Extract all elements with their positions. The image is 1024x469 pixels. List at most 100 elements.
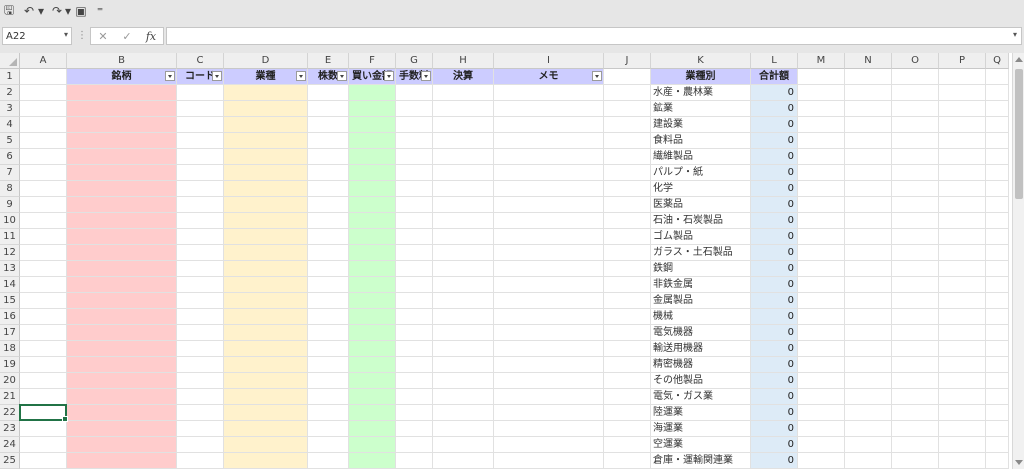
cell-c10[interactable] xyxy=(177,213,224,229)
row-header-20[interactable]: 20 xyxy=(0,373,20,389)
cell-h16[interactable] xyxy=(433,309,494,325)
cell-g15[interactable] xyxy=(396,293,433,309)
industry-cell[interactable]: 鉄鋼 xyxy=(651,261,751,277)
cell-d22[interactable] xyxy=(224,405,308,421)
cell-c18[interactable] xyxy=(177,341,224,357)
cell-d12[interactable] xyxy=(224,245,308,261)
cell-g17[interactable] xyxy=(396,325,433,341)
cell-b16[interactable] xyxy=(67,309,177,325)
customize-toolbar-icon[interactable]: ⁼ xyxy=(96,4,104,18)
cell-n17[interactable] xyxy=(845,325,892,341)
summary-header-k[interactable]: 業種別 xyxy=(651,69,751,85)
industry-cell[interactable]: 非鉄金属 xyxy=(651,277,751,293)
cell-h11[interactable] xyxy=(433,229,494,245)
cell-h8[interactable] xyxy=(433,181,494,197)
cell-d15[interactable] xyxy=(224,293,308,309)
cell-g3[interactable] xyxy=(396,101,433,117)
cell-m20[interactable] xyxy=(798,373,845,389)
cell-p6[interactable] xyxy=(939,149,986,165)
cell-b9[interactable] xyxy=(67,197,177,213)
cell-o20[interactable] xyxy=(892,373,939,389)
row-header-13[interactable]: 13 xyxy=(0,261,20,277)
total-cell[interactable]: 0 xyxy=(751,181,798,197)
cell-q16[interactable] xyxy=(986,309,1009,325)
cell-i15[interactable] xyxy=(494,293,604,309)
cell-h22[interactable] xyxy=(433,405,494,421)
cell-i8[interactable] xyxy=(494,181,604,197)
cell-p4[interactable] xyxy=(939,117,986,133)
cell-i17[interactable] xyxy=(494,325,604,341)
row-header-7[interactable]: 7 xyxy=(0,165,20,181)
cell-g24[interactable] xyxy=(396,437,433,453)
cell-p14[interactable] xyxy=(939,277,986,293)
cell-j24[interactable] xyxy=(604,437,651,453)
cell-n1[interactable] xyxy=(845,69,892,85)
cell-d23[interactable] xyxy=(224,421,308,437)
industry-cell[interactable]: ゴム製品 xyxy=(651,229,751,245)
cell-c16[interactable] xyxy=(177,309,224,325)
total-cell[interactable]: 0 xyxy=(751,341,798,357)
industry-cell[interactable]: 倉庫・運輸関連業 xyxy=(651,453,751,469)
cell-e9[interactable] xyxy=(308,197,349,213)
cell-p15[interactable] xyxy=(939,293,986,309)
cell-b7[interactable] xyxy=(67,165,177,181)
cell-o2[interactable] xyxy=(892,85,939,101)
cell-b21[interactable] xyxy=(67,389,177,405)
cell-a6[interactable] xyxy=(20,149,67,165)
cell-a17[interactable] xyxy=(20,325,67,341)
cell-m11[interactable] xyxy=(798,229,845,245)
cell-h17[interactable] xyxy=(433,325,494,341)
cell-o7[interactable] xyxy=(892,165,939,181)
cell-p2[interactable] xyxy=(939,85,986,101)
cell-f8[interactable] xyxy=(349,181,396,197)
cell-o22[interactable] xyxy=(892,405,939,421)
cell-g4[interactable] xyxy=(396,117,433,133)
cell-a13[interactable] xyxy=(20,261,67,277)
cell-o10[interactable] xyxy=(892,213,939,229)
total-cell[interactable]: 0 xyxy=(751,229,798,245)
cell-f11[interactable] xyxy=(349,229,396,245)
row-header-4[interactable]: 4 xyxy=(0,117,20,133)
row-header-8[interactable]: 8 xyxy=(0,181,20,197)
cell-o6[interactable] xyxy=(892,149,939,165)
scroll-thumb[interactable] xyxy=(1015,69,1023,199)
cell-q1[interactable] xyxy=(986,69,1009,85)
cell-p11[interactable] xyxy=(939,229,986,245)
cell-a23[interactable] xyxy=(20,421,67,437)
cell-d6[interactable] xyxy=(224,149,308,165)
cell-a24[interactable] xyxy=(20,437,67,453)
cell-i25[interactable] xyxy=(494,453,604,469)
cell-d11[interactable] xyxy=(224,229,308,245)
cell-j18[interactable] xyxy=(604,341,651,357)
name-box-dropdown-icon[interactable]: ▾ xyxy=(64,30,68,39)
cell-n10[interactable] xyxy=(845,213,892,229)
cell-j9[interactable] xyxy=(604,197,651,213)
total-cell[interactable]: 0 xyxy=(751,213,798,229)
total-cell[interactable]: 0 xyxy=(751,421,798,437)
cell-d4[interactable] xyxy=(224,117,308,133)
column-header-g[interactable]: G xyxy=(396,53,433,69)
cell-q2[interactable] xyxy=(986,85,1009,101)
undo-dropdown-icon[interactable]: ▾ xyxy=(37,4,45,18)
cell-q3[interactable] xyxy=(986,101,1009,117)
cell-o17[interactable] xyxy=(892,325,939,341)
industry-cell[interactable]: 鉱業 xyxy=(651,101,751,117)
cell-i13[interactable] xyxy=(494,261,604,277)
cell-n9[interactable] xyxy=(845,197,892,213)
cell-h2[interactable] xyxy=(433,85,494,101)
cell-q4[interactable] xyxy=(986,117,1009,133)
cell-j5[interactable] xyxy=(604,133,651,149)
cell-m5[interactable] xyxy=(798,133,845,149)
cell-e18[interactable] xyxy=(308,341,349,357)
column-header-j[interactable]: J xyxy=(604,53,651,69)
cell-p13[interactable] xyxy=(939,261,986,277)
row-header-1[interactable]: 1 xyxy=(0,69,20,85)
cell-o24[interactable] xyxy=(892,437,939,453)
column-header-q[interactable]: Q xyxy=(986,53,1009,69)
cell-i11[interactable] xyxy=(494,229,604,245)
cell-q22[interactable] xyxy=(986,405,1009,421)
cell-d3[interactable] xyxy=(224,101,308,117)
cell-a12[interactable] xyxy=(20,245,67,261)
cell-c7[interactable] xyxy=(177,165,224,181)
cell-c20[interactable] xyxy=(177,373,224,389)
